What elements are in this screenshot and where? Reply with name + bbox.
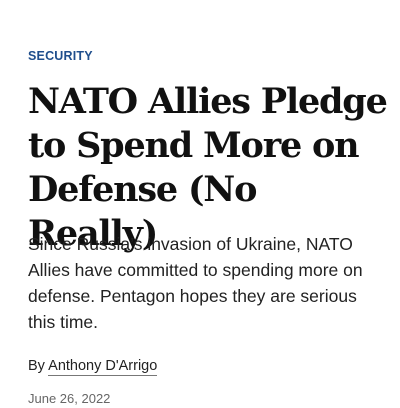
author-link[interactable]: Anthony D'Arrigo [48,358,158,376]
article-dek: Since Russia’s invasion of Ukraine, NATO… [28,234,363,332]
byline: By Anthony D'Arrigo [28,356,158,376]
publish-date: June 26, 2022 [28,391,111,406]
section-kicker-link[interactable]: SECURITY [28,49,93,64]
article-headline: NATO Allies Pledge to Spend More on Defe… [28,81,388,254]
byline-prefix: By [28,358,49,374]
